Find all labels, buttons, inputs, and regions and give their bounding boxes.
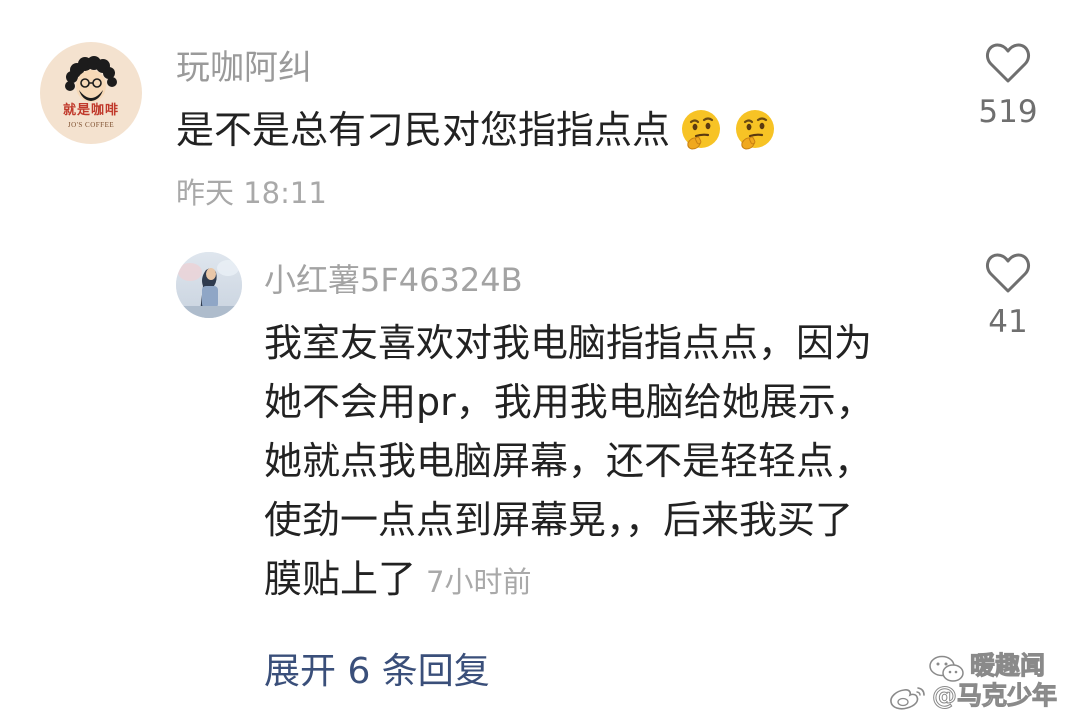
reply-like-button[interactable]: 41 [966, 252, 1050, 342]
comment-username[interactable]: 玩咖阿纠 [176, 46, 312, 90]
reply-text[interactable]: 我室友喜欢对我电脑指指点点，因为 她不会用pr，我用我电脑给她展示， 她就点我电… [264, 314, 924, 612]
comment-like-count: 519 [978, 94, 1038, 130]
reply-timestamp: 7小时前 [426, 565, 532, 599]
reply-text-line: 她就点我电脑屏幕，还不是轻轻点， [264, 439, 873, 483]
reply-like-count: 41 [988, 304, 1028, 340]
avatar-brand-text: 就是咖啡 [62, 103, 119, 118]
comment-text-content: 是不是总有刁民对您指指点点 [176, 108, 671, 152]
heart-outline-icon [985, 253, 1031, 293]
comment-text[interactable]: 是不是总有刁民对您指指点点 [176, 104, 778, 156]
reply-text-line: 我室友喜欢对我电脑指指点点，因为 [264, 321, 873, 365]
watermark-source: 暖趣闻 [969, 651, 1046, 681]
reply-avatar[interactable] [176, 252, 242, 318]
reply-text-line: 她不会用pr，我用我电脑给她展示， [264, 380, 874, 424]
comment-avatar[interactable]: 就是咖啡 JO'S COFFEE [40, 42, 142, 144]
avatar-photo [176, 252, 242, 318]
thinking-face-emoji-icon [732, 107, 778, 153]
reply-text-line: 膜贴上了 [264, 557, 417, 601]
thinking-face-emoji-icon [678, 107, 724, 153]
avatar-brand-subtext: JO'S COFFEE [67, 121, 115, 129]
comment-like-button[interactable]: 519 [966, 42, 1050, 132]
expand-replies-link[interactable]: 展开 6 条回复 [264, 648, 490, 696]
watermark: 暖趣闻 @马克少年 [880, 646, 1076, 716]
comment-timestamp: 昨天 18:11 [176, 176, 327, 210]
heart-outline-icon [985, 43, 1031, 83]
reply-username[interactable]: 小红薯5F46324B [264, 258, 523, 302]
weibo-icon [890, 687, 925, 710]
reply-text-last-line: 膜贴上了 7小时前 [264, 550, 924, 612]
reply-text-line: 使劲一点点到屏幕晃，，后来我买了 [264, 498, 854, 542]
watermark-author: @马克少年 [931, 681, 1058, 711]
